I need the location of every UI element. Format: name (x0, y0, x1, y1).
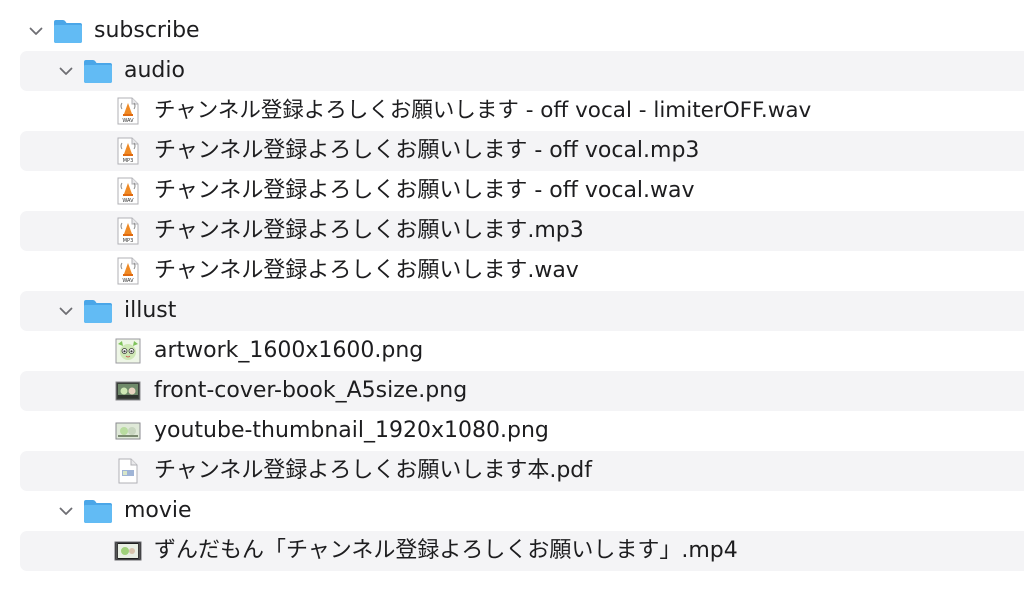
folder-row-audio[interactable]: audio (20, 51, 1024, 91)
file-name: チャンネル登録よろしくお願いします.wav (154, 258, 579, 283)
folder-icon (52, 17, 84, 45)
folder-icon (82, 297, 114, 325)
file-row[interactable]: front-cover-book_A5size.png (20, 371, 1024, 411)
file-row[interactable]: WAV チャンネル登録よろしくお願いします - off vocal - limi… (20, 91, 1024, 131)
file-row[interactable]: WAV チャンネル登録よろしくお願いします.wav (20, 251, 1024, 291)
file-row[interactable]: youtube-thumbnail_1920x1080.png (20, 411, 1024, 451)
folder-icon (82, 57, 114, 85)
file-row[interactable]: WAV チャンネル登録よろしくお願いします - off vocal.wav (20, 171, 1024, 211)
folder-row-illust[interactable]: illust (20, 291, 1024, 331)
file-tree: subscribe audio WAV チャンネル登録よろしくお願いします - … (20, 11, 1024, 571)
image-thumbnail-icon (114, 337, 142, 365)
file-name: ずんだもん「チャンネル登録よろしくお願いします」.mp4 (154, 538, 738, 563)
folder-name: illust (124, 298, 177, 323)
file-name: チャンネル登録よろしくお願いします - off vocal.mp3 (154, 138, 700, 163)
mp3-file-icon: MP3 (114, 137, 142, 165)
chevron-down-icon[interactable] (26, 21, 46, 41)
svg-text:MP3: MP3 (123, 158, 134, 164)
file-row[interactable]: MP3 チャンネル登録よろしくお願いします.mp3 (20, 211, 1024, 251)
svg-text:MP3: MP3 (123, 238, 134, 244)
svg-text:WAV: WAV (122, 118, 134, 124)
folder-name: subscribe (94, 18, 200, 43)
wav-file-icon: WAV (114, 177, 142, 205)
file-name: youtube-thumbnail_1920x1080.png (154, 418, 549, 443)
file-name: front-cover-book_A5size.png (154, 378, 468, 403)
file-row[interactable]: MP3 チャンネル登録よろしくお願いします - off vocal.mp3 (20, 131, 1024, 171)
chevron-down-icon[interactable] (56, 61, 76, 81)
mp3-file-icon: MP3 (114, 217, 142, 245)
folder-row-subscribe[interactable]: subscribe (20, 11, 1024, 51)
file-name: チャンネル登録よろしくお願いします - off vocal - limiterO… (154, 98, 812, 123)
folder-row-movie[interactable]: movie (20, 491, 1024, 531)
folder-name: audio (124, 58, 185, 83)
svg-text:WAV: WAV (122, 198, 134, 204)
wav-file-icon: WAV (114, 97, 142, 125)
file-name: チャンネル登録よろしくお願いします - off vocal.wav (154, 178, 695, 203)
image-thumbnail-icon (114, 377, 142, 405)
chevron-down-icon[interactable] (56, 501, 76, 521)
video-thumbnail-icon (114, 537, 142, 565)
pdf-file-icon (114, 457, 142, 485)
file-name: artwork_1600x1600.png (154, 338, 424, 363)
file-name: チャンネル登録よろしくお願いします.mp3 (154, 218, 584, 243)
folder-icon (82, 497, 114, 525)
wav-file-icon: WAV (114, 257, 142, 285)
file-row[interactable]: artwork_1600x1600.png (20, 331, 1024, 371)
folder-name: movie (124, 498, 192, 523)
chevron-down-icon[interactable] (56, 301, 76, 321)
file-name: チャンネル登録よろしくお願いします本.pdf (154, 458, 593, 483)
image-thumbnail-icon (114, 417, 142, 445)
svg-text:WAV: WAV (122, 278, 134, 284)
file-row[interactable]: ずんだもん「チャンネル登録よろしくお願いします」.mp4 (20, 531, 1024, 571)
file-row[interactable]: チャンネル登録よろしくお願いします本.pdf (20, 451, 1024, 491)
